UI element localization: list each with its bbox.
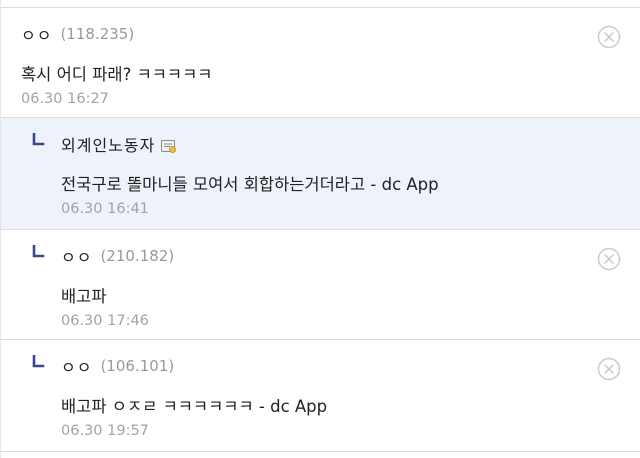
comment-meta: ㅇㅇ (118.235) (21, 23, 134, 45)
comment-date: 06.30 17:46 (61, 313, 149, 329)
comment-nickname[interactable]: ㅇㅇ (61, 354, 92, 378)
reply-item: 외계인노동자 전국구로 똘마니들 모여서 회합하는거더라고 - dc App 0… (1, 118, 640, 230)
reply-item: ㅇㅇ (210.182) 배고파 06.30 17:46 (1, 230, 640, 340)
comment-ip: (106.101) (100, 357, 175, 375)
gallery-user-badge-icon (161, 138, 177, 153)
delete-comment-button[interactable] (597, 25, 621, 49)
comment-date: 06.30 16:41 (61, 201, 149, 217)
comment-meta: 외계인노동자 (61, 132, 177, 156)
reply-item: ㅇㅇ (106.101) 배고파 ㅇㅈㄹ ㅋㅋㅋㅋㅋㅋ - dc App 06.… (1, 340, 640, 452)
comment-nickname[interactable]: ㅇㅇ (21, 22, 52, 46)
comment-ip: (210.182) (100, 247, 175, 265)
comment-meta: ㅇㅇ (106.101) (61, 355, 174, 377)
comment-ip: (118.235) (60, 25, 135, 43)
comment-meta: ㅇㅇ (210.182) (61, 245, 174, 267)
comment-date: 06.30 16:27 (21, 91, 109, 107)
reply-arrow-icon (32, 245, 45, 258)
reply-arrow-icon (32, 133, 45, 146)
comment-text: 배고파 ㅇㅈㄹ ㅋㅋㅋㅋㅋㅋ - dc App (61, 397, 328, 416)
comment-date: 06.30 19:57 (61, 423, 149, 439)
comment-text: 혹시 어디 파래? ㅋㅋㅋㅋㅋ (21, 65, 213, 84)
comment-nickname[interactable]: ㅇㅇ (61, 244, 92, 268)
comment-text: 배고파 (61, 287, 107, 306)
reply-arrow-icon (32, 355, 45, 368)
delete-circle-x-icon (597, 357, 621, 381)
delete-circle-x-icon (597, 247, 621, 271)
comment-item: ㅇㅇ (118.235) 혹시 어디 파래? ㅋㅋㅋㅋㅋ 06.30 16:27 (1, 8, 640, 118)
comment-nickname[interactable]: 외계인노동자 (61, 132, 155, 156)
delete-circle-x-icon (597, 25, 621, 49)
comment-thread: ㅇㅇ (118.235) 혹시 어디 파래? ㅋㅋㅋㅋㅋ 06.30 16:27… (0, 0, 640, 458)
delete-comment-button[interactable] (597, 357, 621, 381)
delete-comment-button[interactable] (597, 247, 621, 271)
comment-text: 전국구로 똘마니들 모여서 회합하는거더라고 - dc App (61, 175, 439, 194)
